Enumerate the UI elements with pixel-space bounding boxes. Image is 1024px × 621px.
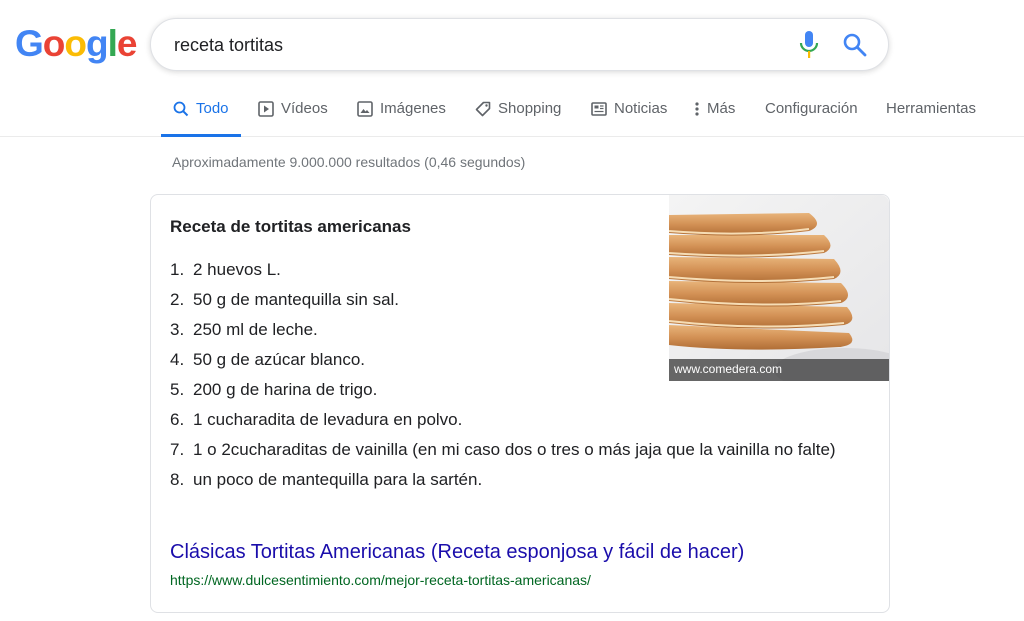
tab-label: Noticias <box>614 100 668 117</box>
news-icon <box>591 102 607 116</box>
search-input[interactable] <box>174 31 774 59</box>
tab-noticias[interactable]: Noticias <box>591 100 667 137</box>
list-item: 5. 200 g de harina de trigo. <box>170 377 640 402</box>
pancake-image[interactable]: www.comedera.com <box>669 195 889 381</box>
result-link-url[interactable]: https://www.dulcesentimiento.com/mejor-r… <box>170 572 591 588</box>
more-vert-icon <box>695 102 699 116</box>
search-tabs: Todo Vídeos Imágenes Shopping Noticias M… <box>0 90 1024 137</box>
tab-videos[interactable]: Vídeos <box>258 100 328 137</box>
list-text: 50 g de mantequilla sin sal. <box>193 290 400 309</box>
tab-label: Todo <box>196 100 229 117</box>
logo-letter: g <box>86 23 109 64</box>
result-link-title[interactable]: Clásicas Tortitas Americanas (Receta esp… <box>170 541 744 564</box>
list-item: 2. 50 g de mantequilla sin sal. <box>170 287 640 312</box>
list-number: 6. <box>170 410 185 429</box>
list-text: 1 cucharadita de levadura en polvo. <box>193 410 463 429</box>
search-box[interactable] <box>150 18 889 71</box>
list-number: 8. <box>170 470 185 489</box>
featured-snippet: Receta de tortitas americanas 1. 2 huevos… <box>150 194 890 613</box>
list-number: 2. <box>170 290 185 309</box>
list-text: 2 huevos L. <box>193 260 281 279</box>
pancake-stack-image <box>669 195 889 381</box>
logo-letter: e <box>116 23 138 64</box>
list-number: 7. <box>170 440 185 459</box>
list-item: 7. 1 o 2cucharaditas de vainilla (en mi c… <box>170 437 870 462</box>
list-item: 8. un poco de mantequilla para la sartén. <box>170 467 860 492</box>
list-item: 1. 2 huevos L. <box>170 257 640 282</box>
result-stats: Aproximadamente 9.000.000 resultados (0,… <box>172 154 526 170</box>
image-credit: www.comedera.com <box>669 359 889 381</box>
search-icon <box>173 101 189 117</box>
search-icon[interactable] <box>842 32 868 58</box>
tab-label: Vídeos <box>281 100 328 117</box>
list-item: 6. 1 cucharadita de levadura en polvo. <box>170 407 860 432</box>
list-number: 1. <box>170 260 185 279</box>
tab-label: Configuración <box>765 100 858 117</box>
list-number: 4. <box>170 350 185 369</box>
tab-herramientas[interactable]: Herramientas <box>886 100 976 137</box>
list-text: 250 ml de leche. <box>193 320 318 339</box>
image-icon <box>357 101 373 117</box>
list-number: 3. <box>170 320 185 339</box>
logo-letter: o <box>42 23 66 64</box>
mic-icon[interactable] <box>797 30 821 60</box>
logo-letter: G <box>15 23 44 64</box>
snippet-title: Receta de tortitas americanas <box>170 217 411 236</box>
tag-icon <box>475 101 491 117</box>
tab-todo[interactable]: Todo <box>161 100 241 137</box>
tab-mas[interactable]: Más <box>694 100 735 137</box>
play-icon <box>258 101 274 117</box>
list-number: 5. <box>170 380 185 399</box>
list-text: un poco de mantequilla para la sartén. <box>193 470 483 489</box>
tab-configuracion[interactable]: Configuración <box>765 100 858 137</box>
logo-letter: o <box>64 23 87 64</box>
list-text: 200 g de harina de trigo. <box>193 380 378 399</box>
tab-shopping[interactable]: Shopping <box>475 100 561 137</box>
list-text: 1 o 2cucharaditas de vainilla (en mi cas… <box>193 440 836 459</box>
list-item: 3. 250 ml de leche. <box>170 317 640 342</box>
logo-letter: l <box>107 23 118 64</box>
tab-label: Más <box>707 100 736 117</box>
tab-label: Shopping <box>498 100 562 117</box>
list-item: 4. 50 g de azúcar blanco. <box>170 347 640 372</box>
tab-label: Herramientas <box>886 100 977 117</box>
list-text: 50 g de azúcar blanco. <box>193 350 366 369</box>
google-logo[interactable]: Google <box>15 23 138 64</box>
tab-label: Imágenes <box>380 100 446 117</box>
tab-imagenes[interactable]: Imágenes <box>357 100 446 137</box>
